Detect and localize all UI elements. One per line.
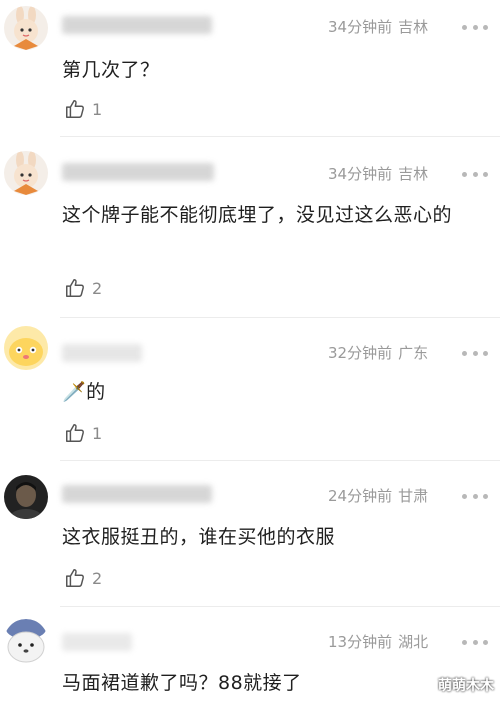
comment-location: 湖北: [398, 633, 429, 651]
comment-item: 34分钟前 吉林 这个牌子能不能彻底埋了，没见过这么恶心的 2: [0, 137, 500, 317]
thumbs-up-icon: [66, 424, 84, 442]
username-blurred[interactable]: [62, 163, 214, 181]
comment-text: 马面裙道歉了吗？88就接了: [62, 672, 302, 694]
like-count: 1: [92, 423, 103, 443]
comment-time: 32分钟前: [328, 344, 393, 362]
avatar[interactable]: [4, 326, 48, 370]
comment-meta: 32分钟前 广东: [328, 342, 428, 363]
like-count: 2: [92, 278, 103, 298]
username-blurred[interactable]: [62, 633, 132, 651]
more-options-icon[interactable]: [462, 349, 488, 357]
comment-meta: 13分钟前 湖北: [328, 631, 428, 652]
like-button[interactable]: 2: [64, 567, 102, 589]
username-blurred[interactable]: [62, 344, 142, 362]
avatar[interactable]: [4, 6, 48, 50]
cartoon-seal-icon: [4, 619, 48, 663]
comment-time: 24分钟前: [328, 487, 393, 505]
comment-text: 第几次了？: [62, 59, 160, 81]
comment-location: 吉林: [398, 165, 429, 183]
username-blurred[interactable]: [62, 485, 212, 503]
cartoon-blob-icon: [4, 326, 48, 370]
avatar[interactable]: [4, 151, 48, 195]
comment-meta: 34分钟前 吉林: [328, 16, 428, 37]
comment-item: 34分钟前 吉林 第几次了？ 1: [0, 0, 500, 150]
photo-face-icon: [4, 475, 48, 519]
comment-time: 34分钟前: [328, 165, 393, 183]
more-options-icon[interactable]: [462, 638, 488, 646]
like-count: 2: [92, 568, 103, 588]
username-blurred[interactable]: [62, 16, 212, 34]
comment-text: 这个牌子能不能彻底埋了，没见过这么恶心的: [62, 204, 453, 226]
more-options-icon[interactable]: [462, 23, 488, 31]
like-button[interactable]: 1: [64, 422, 102, 444]
comment-time: 13分钟前: [328, 633, 393, 651]
comment-text: 🗡️的: [62, 381, 106, 403]
like-button[interactable]: 2: [64, 277, 102, 299]
more-options-icon[interactable]: [462, 492, 488, 500]
avatar[interactable]: [4, 475, 48, 519]
comment-meta: 24分钟前 甘肃: [328, 485, 428, 506]
comment-text: 这衣服挺丑的，谁在买他的衣服: [62, 526, 336, 548]
like-count: 1: [92, 99, 103, 119]
more-options-icon[interactable]: [462, 170, 488, 178]
thumbs-up-icon: [66, 100, 84, 118]
comment-time: 34分钟前: [328, 18, 393, 36]
comment-location: 吉林: [398, 18, 429, 36]
thumbs-up-icon: [66, 279, 84, 297]
comment-item: 32分钟前 广东 🗡️的 1: [0, 318, 500, 458]
cartoon-rabbit-icon: [4, 6, 48, 50]
like-button[interactable]: 1: [64, 98, 102, 120]
cartoon-rabbit-icon: [4, 151, 48, 195]
thumbs-up-icon: [66, 569, 84, 587]
avatar[interactable]: [4, 619, 48, 663]
watermark-text: 萌萌木木: [438, 678, 494, 694]
comment-item: 24分钟前 甘肃 这衣服挺丑的，谁在买他的衣服 2: [0, 461, 500, 605]
comment-location: 甘肃: [398, 487, 429, 505]
comment-meta: 34分钟前 吉林: [328, 163, 428, 184]
comment-item: 13分钟前 湖北 马面裙道歉了吗？88就接了: [0, 607, 500, 705]
comment-location: 广东: [398, 344, 429, 362]
